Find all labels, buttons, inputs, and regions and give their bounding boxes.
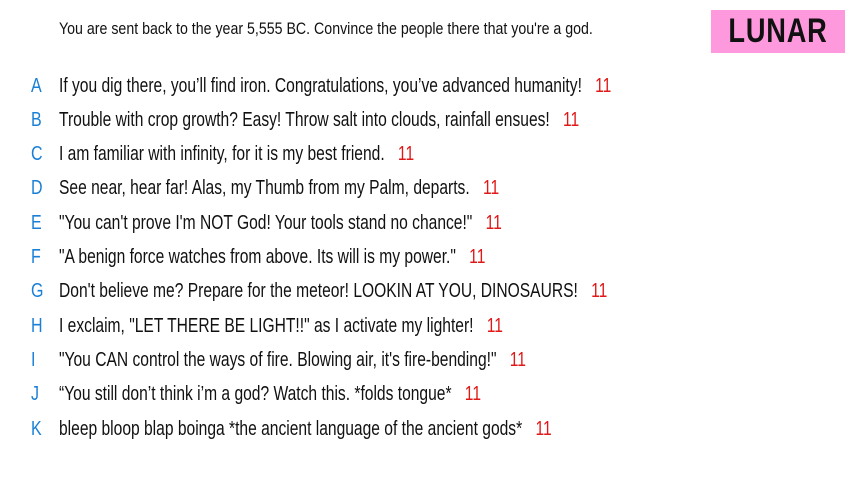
answer-content: Trouble with crop growth? Easy! Throw sa… — [59, 109, 579, 132]
answer-letter: G — [31, 280, 44, 303]
answer-score: 11 — [595, 74, 612, 97]
answer-score: 11 — [482, 177, 500, 200]
question-prompt: You are sent back to the year 5,555 BC. … — [59, 20, 593, 38]
answer-score: 11 — [509, 348, 526, 371]
answer-score: 11 — [464, 383, 481, 406]
answer-text: “You still don’t think i’m a god? Watch … — [59, 383, 452, 406]
answer-score: 11 — [591, 280, 608, 303]
answer-letter: E — [31, 211, 42, 234]
answer-text: Don't believe me? Prepare for the meteor… — [59, 280, 578, 303]
answer-letter: I — [31, 348, 36, 371]
answer-letter: D — [31, 177, 43, 200]
player-name: LUNAR — [728, 12, 828, 50]
answer-letter: K — [31, 417, 42, 440]
answer-content: "A benign force watches from above. Its … — [59, 246, 485, 269]
answer-letter: B — [31, 108, 42, 131]
answer-letter: A — [31, 74, 42, 97]
answer-letter: F — [31, 246, 41, 268]
answer-letter: J — [31, 383, 39, 406]
answer-content: Don't believe me? Prepare for the meteor… — [59, 280, 607, 303]
answer-letter: C — [31, 143, 43, 166]
answer-score: 11 — [535, 417, 552, 440]
answer-content: If you dig there, you’ll find iron. Cong… — [59, 75, 611, 98]
answer-content: I exclaim, "LET THERE BE LIGHT!!" as I a… — [59, 315, 503, 338]
answer-text: I exclaim, "LET THERE BE LIGHT!!" as I a… — [59, 314, 474, 337]
answer-text: bleep bloop blap boinga *the ancient lan… — [59, 417, 523, 440]
answer-text: I am familiar with infinity, for it is m… — [59, 143, 385, 166]
answer-text: "A benign force watches from above. Its … — [59, 246, 456, 268]
answer-score: 11 — [485, 211, 502, 234]
answer-text: "You CAN control the ways of fire. Blowi… — [59, 348, 497, 371]
answer-content: bleep bloop blap boinga *the ancient lan… — [59, 418, 552, 441]
answer-score: 11 — [397, 143, 415, 166]
answer-text: "You can't prove I'm NOT God! Your tools… — [59, 211, 473, 234]
answer-score: 11 — [469, 246, 486, 268]
answer-text: See near, hear far! Alas, my Thumb from … — [59, 177, 470, 200]
answer-content: I am familiar with infinity, for it is m… — [59, 143, 414, 166]
answer-score: 11 — [563, 108, 580, 131]
answer-content: "You can't prove I'm NOT God! Your tools… — [59, 212, 502, 235]
answer-text: Trouble with crop growth? Easy! Throw sa… — [59, 108, 550, 131]
answer-text: If you dig there, you’ll find iron. Cong… — [59, 74, 582, 97]
player-badge: LUNAR — [711, 10, 845, 53]
answer-score: 11 — [486, 314, 503, 337]
answer-content: “You still don’t think i’m a god? Watch … — [59, 383, 481, 406]
answer-content: See near, hear far! Alas, my Thumb from … — [59, 177, 499, 200]
answer-letter: H — [31, 314, 43, 337]
answer-content: "You CAN control the ways of fire. Blowi… — [59, 349, 526, 372]
